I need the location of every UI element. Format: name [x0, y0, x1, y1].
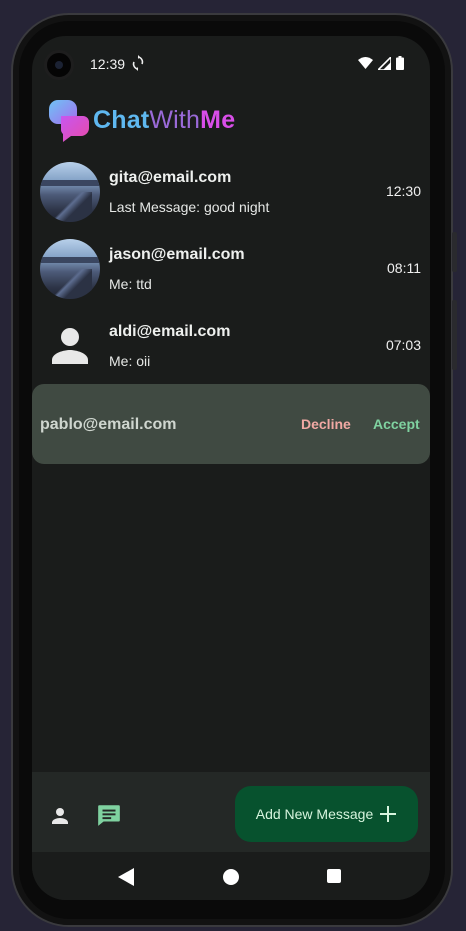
back-icon[interactable]: [118, 868, 134, 886]
chat-list-item[interactable]: gita@email.com Last Message: good night …: [32, 160, 430, 232]
chat-list-item[interactable]: jason@email.com Me: ttd 08:11: [32, 237, 430, 309]
recents-icon[interactable]: [327, 869, 341, 883]
default-avatar: [40, 316, 100, 376]
front-camera: [44, 50, 74, 80]
chat-preview: Last Message: good night: [109, 199, 270, 215]
plus-icon: [380, 806, 397, 822]
chat-icon[interactable]: [96, 802, 122, 828]
chat-preview: Me: ttd: [109, 276, 152, 292]
sync-icon: [132, 55, 144, 71]
home-icon[interactable]: [223, 869, 239, 885]
accept-button[interactable]: Accept: [373, 416, 420, 432]
app-title: ChatWithMe: [93, 106, 235, 135]
volume-button: [452, 300, 457, 370]
system-navigation-bar: [32, 852, 430, 900]
decline-button[interactable]: Decline: [301, 416, 351, 432]
chat-time: 07:03: [385, 337, 421, 353]
app-logo: ChatWithMe: [47, 98, 235, 142]
chat-time: 12:30: [385, 183, 421, 199]
add-new-message-button[interactable]: Add New Message: [235, 786, 418, 842]
chat-bubble-logo-icon: [49, 100, 89, 142]
request-email: pablo@email.com: [40, 416, 177, 433]
power-button: [452, 232, 457, 272]
add-new-message-label: Add New Message: [255, 806, 374, 822]
status-bar: 12:39: [32, 36, 430, 92]
chat-preview: Me: oii: [109, 353, 151, 369]
app-title-part-2: With: [149, 105, 201, 134]
friend-request-card: pablo@email.com Decline Accept: [32, 384, 430, 464]
bottom-bar: Add New Message: [32, 772, 430, 852]
wifi-icon: [358, 57, 373, 69]
signal-icon: [378, 56, 391, 70]
status-icons: [358, 56, 404, 70]
status-time: 12:39: [90, 56, 126, 72]
chat-email: jason@email.com: [109, 246, 245, 263]
screen: 12:39 ChatWithMe gita@email.com Last Mes…: [32, 36, 430, 900]
avatar: [40, 162, 100, 222]
app-title-part-3: Me: [200, 105, 236, 134]
person-icon: [52, 328, 88, 364]
chat-email: aldi@email.com: [109, 323, 231, 340]
chat-list-item[interactable]: aldi@email.com Me: oii 07:03: [32, 314, 430, 386]
battery-icon: [396, 56, 404, 70]
chat-time: 08:11: [387, 260, 421, 276]
person-icon[interactable]: [48, 804, 72, 828]
avatar: [40, 239, 100, 299]
chat-email: gita@email.com: [109, 169, 232, 186]
app-title-part-1: Chat: [93, 105, 150, 134]
